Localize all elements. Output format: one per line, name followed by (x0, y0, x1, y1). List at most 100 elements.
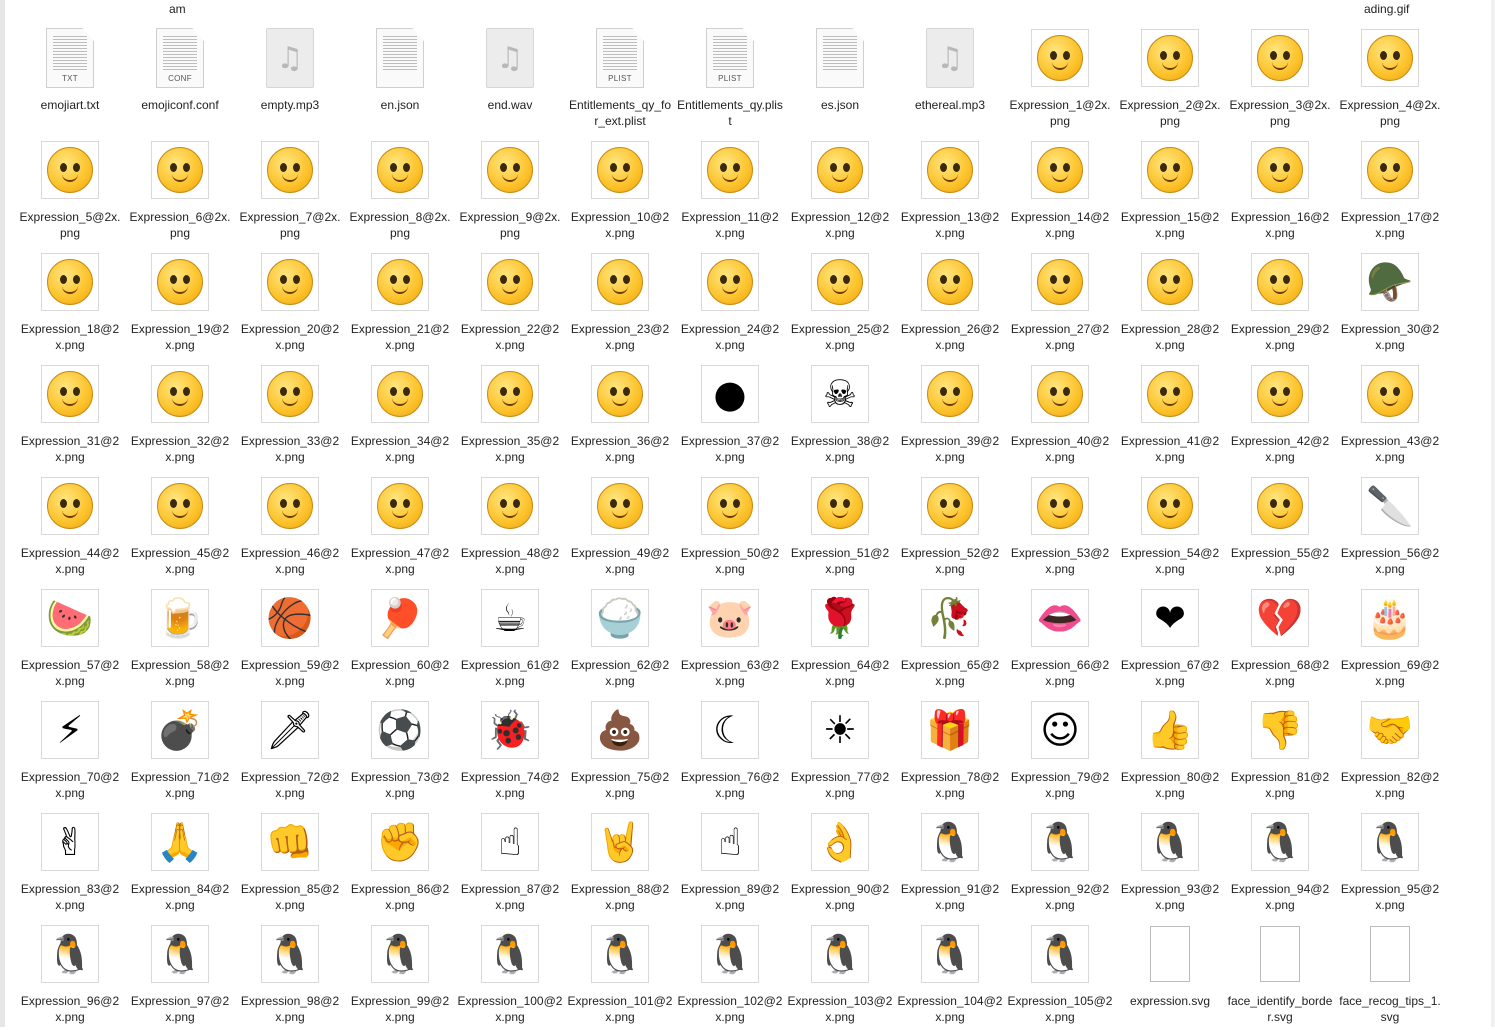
file-item[interactable]: 🐧 Expression_101@2x.png (565, 918, 675, 1030)
file-item[interactable]: Expression_45@2x.png (125, 470, 235, 582)
file-item[interactable]: face_identify_border.svg (1225, 918, 1335, 1030)
file-item[interactable]: Expression_39@2x.png (895, 358, 1005, 470)
file-item[interactable]: Expression_2@2x.png (1115, 22, 1225, 134)
file-item[interactable]: ☺ Expression_79@2x.png (1005, 694, 1115, 806)
file-item[interactable]: 🐧 Expression_96@2x.png (15, 918, 125, 1030)
file-item[interactable]: 🤘 Expression_88@2x.png (565, 806, 675, 918)
file-item[interactable]: Expression_29@2x.png (1225, 246, 1335, 358)
file-item[interactable]: 🐧 Expression_98@2x.png (235, 918, 345, 1030)
file-item[interactable]: Expression_52@2x.png (895, 470, 1005, 582)
file-item[interactable]: Expression_14@2x.png (1005, 134, 1115, 246)
file-item[interactable]: Expression_1@2x.png (1005, 22, 1115, 134)
file-item[interactable]: Expression_11@2x.png (675, 134, 785, 246)
file-item[interactable]: ⚽ Expression_73@2x.png (345, 694, 455, 806)
file-item[interactable]: Expression_13@2x.png (895, 134, 1005, 246)
file-item[interactable]: 🪖 Expression_30@2x.png (1335, 246, 1445, 358)
file-item[interactable]: 🎂 Expression_69@2x.png (1335, 582, 1445, 694)
file-item[interactable]: 🐧 Expression_102@2x.png (675, 918, 785, 1030)
file-item[interactable]: 🍺 Expression_58@2x.png (125, 582, 235, 694)
file-item[interactable]: expression.svg (1115, 918, 1225, 1030)
partial-filename-top-right[interactable]: ading.gif (1364, 2, 1409, 16)
file-item[interactable]: Expression_21@2x.png (345, 246, 455, 358)
file-item[interactable]: Expression_22@2x.png (455, 246, 565, 358)
file-item[interactable]: Expression_10@2x.png (565, 134, 675, 246)
file-item[interactable]: PLIST Entitlements_qy.plist (675, 22, 785, 134)
file-item[interactable]: ☠ Expression_38@2x.png (785, 358, 895, 470)
file-item[interactable]: 🍉 Expression_57@2x.png (15, 582, 125, 694)
file-item[interactable]: ☝ Expression_87@2x.png (455, 806, 565, 918)
file-item[interactable]: Expression_27@2x.png (1005, 246, 1115, 358)
file-item[interactable]: Expression_19@2x.png (125, 246, 235, 358)
file-item[interactable]: 🐧 Expression_95@2x.png (1335, 806, 1445, 918)
file-item[interactable]: ☀ Expression_77@2x.png (785, 694, 895, 806)
file-item[interactable]: Expression_15@2x.png (1115, 134, 1225, 246)
file-item[interactable]: 🤝 Expression_82@2x.png (1335, 694, 1445, 806)
file-item[interactable]: Expression_40@2x.png (1005, 358, 1115, 470)
file-item[interactable]: Expression_5@2x.png (15, 134, 125, 246)
file-item[interactable]: ● Expression_37@2x.png (675, 358, 785, 470)
file-item[interactable]: 👄 Expression_66@2x.png (1005, 582, 1115, 694)
file-item[interactable]: Expression_55@2x.png (1225, 470, 1335, 582)
file-item[interactable]: Expression_20@2x.png (235, 246, 345, 358)
file-item[interactable]: 🐧 Expression_94@2x.png (1225, 806, 1335, 918)
file-item[interactable]: Expression_6@2x.png (125, 134, 235, 246)
file-item[interactable]: 🐧 Expression_93@2x.png (1115, 806, 1225, 918)
file-item[interactable]: 🍚 Expression_62@2x.png (565, 582, 675, 694)
file-item[interactable]: 🥀 Expression_65@2x.png (895, 582, 1005, 694)
file-item[interactable]: Expression_24@2x.png (675, 246, 785, 358)
file-item[interactable]: 👊 Expression_85@2x.png (235, 806, 345, 918)
file-item[interactable]: 🎁 Expression_78@2x.png (895, 694, 1005, 806)
file-item[interactable]: Expression_34@2x.png (345, 358, 455, 470)
file-item[interactable]: 🏀 Expression_59@2x.png (235, 582, 345, 694)
file-item[interactable]: 🐧 Expression_99@2x.png (345, 918, 455, 1030)
file-item[interactable]: en.json (345, 22, 455, 134)
file-item[interactable]: es.json (785, 22, 895, 134)
file-item[interactable]: 🐧 Expression_97@2x.png (125, 918, 235, 1030)
file-item[interactable]: Expression_26@2x.png (895, 246, 1005, 358)
file-item[interactable]: PLIST Entitlements_qy_for_ext.plist (565, 22, 675, 134)
file-item[interactable]: Expression_35@2x.png (455, 358, 565, 470)
file-item[interactable]: 🏓 Expression_60@2x.png (345, 582, 455, 694)
file-item[interactable]: Expression_36@2x.png (565, 358, 675, 470)
scrollbar-track[interactable] (1491, 0, 1495, 1027)
file-item[interactable]: Expression_32@2x.png (125, 358, 235, 470)
file-item[interactable]: ⚡ Expression_70@2x.png (15, 694, 125, 806)
file-item[interactable]: Expression_54@2x.png (1115, 470, 1225, 582)
file-item[interactable]: Expression_49@2x.png (565, 470, 675, 582)
file-item[interactable]: 🙏 Expression_84@2x.png (125, 806, 235, 918)
file-item[interactable]: Expression_47@2x.png (345, 470, 455, 582)
file-item[interactable]: Expression_53@2x.png (1005, 470, 1115, 582)
file-item[interactable]: Expression_33@2x.png (235, 358, 345, 470)
file-item[interactable]: 💩 Expression_75@2x.png (565, 694, 675, 806)
file-item[interactable]: 🐧 Expression_104@2x.png (895, 918, 1005, 1030)
file-item[interactable]: Expression_43@2x.png (1335, 358, 1445, 470)
file-item[interactable]: ☕ Expression_61@2x.png (455, 582, 565, 694)
file-item[interactable]: Expression_3@2x.png (1225, 22, 1335, 134)
file-item[interactable]: Expression_18@2x.png (15, 246, 125, 358)
file-item[interactable]: 🐧 Expression_105@2x.png (1005, 918, 1115, 1030)
file-item[interactable]: Expression_8@2x.png (345, 134, 455, 246)
file-item[interactable]: ♫ ethereal.mp3 (895, 22, 1005, 134)
file-item[interactable]: CONF emojiconf.conf (125, 22, 235, 134)
file-item[interactable]: 🐧 Expression_100@2x.png (455, 918, 565, 1030)
file-item[interactable]: Expression_41@2x.png (1115, 358, 1225, 470)
file-item[interactable]: Expression_23@2x.png (565, 246, 675, 358)
file-item[interactable]: ☝ Expression_89@2x.png (675, 806, 785, 918)
file-item[interactable]: 🐧 Expression_91@2x.png (895, 806, 1005, 918)
file-item[interactable]: 👎 Expression_81@2x.png (1225, 694, 1335, 806)
file-item[interactable]: ❤ Expression_67@2x.png (1115, 582, 1225, 694)
file-item[interactable]: 👍 Expression_80@2x.png (1115, 694, 1225, 806)
file-item[interactable]: 🗡 Expression_72@2x.png (235, 694, 345, 806)
file-item[interactable]: Expression_50@2x.png (675, 470, 785, 582)
file-item[interactable]: ♫ end.wav (455, 22, 565, 134)
file-item[interactable]: Expression_46@2x.png (235, 470, 345, 582)
file-item[interactable]: Expression_4@2x.png (1335, 22, 1445, 134)
file-item[interactable]: Expression_17@2x.png (1335, 134, 1445, 246)
file-item[interactable]: Expression_25@2x.png (785, 246, 895, 358)
file-item[interactable]: ✌ Expression_83@2x.png (15, 806, 125, 918)
file-item[interactable]: 🔪 Expression_56@2x.png (1335, 470, 1445, 582)
file-item[interactable]: 🌹 Expression_64@2x.png (785, 582, 895, 694)
file-item[interactable]: 💔 Expression_68@2x.png (1225, 582, 1335, 694)
file-item[interactable]: Expression_28@2x.png (1115, 246, 1225, 358)
file-item[interactable]: ✊ Expression_86@2x.png (345, 806, 455, 918)
